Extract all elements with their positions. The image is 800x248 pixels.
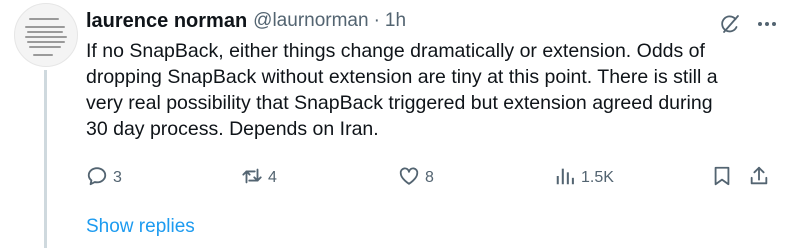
timestamp[interactable]: 1h: [385, 10, 406, 32]
like-button[interactable]: 8: [398, 164, 434, 192]
tweet-header: laurence norman @laurnorman · 1h: [86, 8, 406, 34]
repost-button[interactable]: 4: [241, 164, 277, 192]
grok-icon[interactable]: [718, 12, 742, 36]
views-icon: [554, 165, 576, 192]
like-count: 8: [425, 169, 434, 186]
heart-icon: [398, 165, 420, 192]
repost-icon: [241, 165, 263, 192]
bookmark-button[interactable]: [711, 164, 733, 192]
tweet-text: If no SnapBack, either things change dra…: [86, 40, 718, 140]
reply-count: 3: [113, 169, 122, 186]
bookmark-icon: [711, 165, 733, 192]
show-replies-link[interactable]: Show replies: [86, 216, 195, 238]
author-handle[interactable]: @laurnorman: [253, 10, 368, 32]
share-button[interactable]: [748, 164, 770, 192]
author-name[interactable]: laurence norman: [86, 10, 247, 33]
more-icon[interactable]: [755, 12, 779, 36]
view-count: 1.5K: [581, 169, 614, 186]
avatar[interactable]: [14, 3, 78, 67]
separator: ·: [373, 10, 380, 31]
reply-button[interactable]: 3: [86, 164, 122, 192]
thread-line: [44, 70, 47, 248]
action-bar: 3 4 8 1.5K: [86, 164, 786, 192]
reply-icon: [86, 165, 108, 192]
share-icon: [748, 165, 770, 192]
views-button[interactable]: 1.5K: [554, 164, 614, 192]
repost-count: 4: [268, 169, 277, 186]
tweet[interactable]: laurence norman @laurnorman · 1h If no S…: [0, 0, 800, 248]
